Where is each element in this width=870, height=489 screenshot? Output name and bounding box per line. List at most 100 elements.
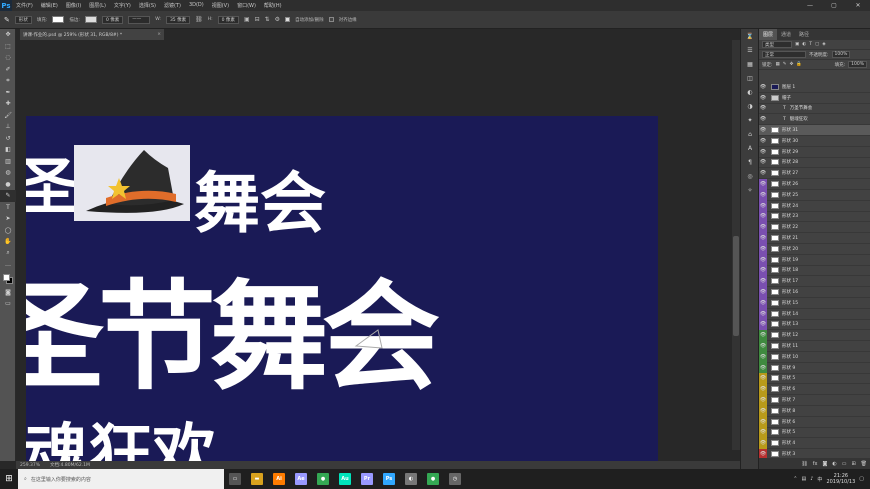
- eraser-tool-icon[interactable]: ◧: [0, 144, 16, 156]
- app-clock-icon[interactable]: ◷: [444, 469, 466, 489]
- layer-style-icon[interactable]: fx: [813, 461, 818, 467]
- move-tool-icon[interactable]: ✥: [0, 29, 16, 41]
- visibility-eye-icon[interactable]: 👁: [759, 135, 767, 146]
- layer-row[interactable]: 👁 形状 11: [759, 340, 870, 352]
- channels-icon[interactable]: ◎: [741, 169, 759, 183]
- panel-tab[interactable]: 通道: [777, 29, 795, 40]
- properties-icon[interactable]: ☰: [741, 43, 759, 57]
- visibility-eye-icon[interactable]: 👁: [759, 394, 767, 406]
- visibility-eye-icon[interactable]: 👁: [759, 416, 767, 427]
- chrome-2-icon[interactable]: ●: [422, 469, 444, 489]
- lock-pixels-icon[interactable]: ▦: [776, 62, 780, 67]
- marquee-tool-icon[interactable]: ⬚: [0, 41, 16, 53]
- app-circle-icon[interactable]: ◐: [400, 469, 422, 489]
- layer-row[interactable]: 👁 形状 20: [759, 243, 870, 255]
- paragraph-icon[interactable]: ¶: [741, 155, 759, 169]
- shape-tool-icon[interactable]: ◯: [0, 225, 16, 237]
- pen-tool-icon[interactable]: ✎: [0, 190, 16, 202]
- close-icon[interactable]: ×: [157, 32, 164, 37]
- visibility-eye-icon[interactable]: 👁: [759, 146, 767, 157]
- menu-item[interactable]: 编辑(E): [37, 2, 62, 9]
- visibility-eye-icon[interactable]: 👁: [759, 168, 767, 179]
- menu-item[interactable]: 帮助(H): [260, 2, 286, 9]
- link-icon[interactable]: ⛓: [195, 16, 203, 23]
- width-field[interactable]: 35 像素: [165, 15, 191, 24]
- menu-item[interactable]: 视图(V): [208, 2, 233, 9]
- filter-adjust-icon[interactable]: ◐: [802, 42, 806, 47]
- swatches-icon[interactable]: ▦: [741, 57, 759, 71]
- file-explorer-icon[interactable]: ▬: [246, 469, 268, 489]
- maximize-button[interactable]: ▢: [822, 0, 846, 11]
- stroke-swatch[interactable]: [84, 16, 97, 23]
- visibility-eye-icon[interactable]: 👁: [759, 178, 767, 190]
- visibility-eye-icon[interactable]: 👁: [759, 200, 767, 212]
- blend-mode-select[interactable]: 正常: [762, 51, 806, 58]
- volume-icon[interactable]: ♪: [810, 476, 813, 482]
- layer-row[interactable]: 👁 形状 21: [759, 232, 870, 244]
- layer-row[interactable]: 👁 形状 22: [759, 221, 870, 234]
- layer-row[interactable]: 👁 形状 29: [759, 147, 870, 158]
- layer-row[interactable]: 👁 形状 31: [759, 125, 870, 136]
- fill-field[interactable]: 100%: [848, 61, 867, 68]
- fill-swatch[interactable]: [52, 16, 65, 23]
- zoom-tool-icon[interactable]: ⌕: [0, 248, 16, 260]
- more-tools-icon[interactable]: …: [0, 259, 16, 271]
- color-icon[interactable]: ◐: [741, 85, 759, 99]
- path-arrange-icon[interactable]: ⇅: [265, 16, 270, 23]
- tray-up-icon[interactable]: ⌃: [793, 476, 797, 482]
- close-button[interactable]: ✕: [846, 0, 870, 11]
- visibility-eye-icon[interactable]: 👁: [759, 319, 767, 330]
- layer-row[interactable]: 👁 形状 28: [759, 158, 870, 169]
- visibility-eye-icon[interactable]: 👁: [759, 286, 767, 298]
- dodge-tool-icon[interactable]: ●: [0, 179, 16, 191]
- stamp-tool-icon[interactable]: ⊥: [0, 121, 16, 133]
- zoom-level[interactable]: 259.37%: [20, 463, 40, 468]
- menu-item[interactable]: 文件(F): [12, 2, 37, 9]
- history-icon[interactable]: ⌛: [741, 29, 759, 43]
- new-layer-icon[interactable]: ⊞: [851, 461, 855, 467]
- menu-item[interactable]: 3D(D): [185, 2, 208, 9]
- height-field[interactable]: 0 像素: [217, 15, 239, 24]
- visibility-eye-icon[interactable]: 👁: [759, 82, 767, 92]
- visibility-eye-icon[interactable]: 👁: [759, 275, 767, 287]
- layer-row[interactable]: 👁 形状 6: [759, 383, 870, 396]
- path-align-icon[interactable]: ⊟: [255, 16, 260, 23]
- trash-icon[interactable]: 🗑: [861, 461, 867, 467]
- layer-row[interactable]: 👁 形状 5: [759, 427, 870, 439]
- layer-row[interactable]: 👁 形状 16: [759, 286, 870, 298]
- visibility-eye-icon[interactable]: 👁: [759, 189, 767, 201]
- stroke-width-select[interactable]: 0 像素: [101, 15, 124, 24]
- layer-row[interactable]: 👁 形状 4: [759, 437, 870, 450]
- lock-move-icon[interactable]: ✥: [790, 62, 794, 67]
- premiere-icon[interactable]: Pr: [356, 469, 378, 489]
- visibility-eye-icon[interactable]: 👁: [759, 383, 767, 395]
- document-info[interactable]: 文档:4.80M/62.1M: [50, 462, 90, 468]
- visibility-eye-icon[interactable]: 👁: [759, 265, 767, 276]
- language-indicator[interactable]: 中: [817, 476, 822, 483]
- visibility-eye-icon[interactable]: 👁: [759, 221, 767, 233]
- layer-row[interactable]: 👁 形状 30: [759, 136, 870, 147]
- layer-row[interactable]: 👁 形状 25: [759, 189, 870, 201]
- blur-tool-icon[interactable]: ◍: [0, 167, 16, 179]
- audition-icon[interactable]: Au: [334, 469, 356, 489]
- visibility-eye-icon[interactable]: 👁: [759, 427, 767, 438]
- foreground-color[interactable]: [3, 273, 10, 281]
- layer-row[interactable]: 👁 形状 18: [759, 265, 870, 277]
- add-mask-icon[interactable]: ◙: [822, 461, 827, 467]
- layer-row[interactable]: 👁 形状 7: [759, 394, 870, 406]
- visibility-eye-icon[interactable]: 👁: [759, 297, 767, 309]
- link-layers-icon[interactable]: ⛓: [801, 461, 807, 467]
- crop-tool-icon[interactable]: ⌗: [0, 75, 16, 87]
- brush-tool-icon[interactable]: 🖌: [0, 110, 16, 122]
- visibility-eye-icon[interactable]: 👁: [759, 351, 767, 363]
- illustrator-icon[interactable]: Ai: [268, 469, 290, 489]
- gear-icon[interactable]: ⚙: [275, 16, 280, 23]
- visibility-eye-icon[interactable]: 👁: [759, 448, 767, 458]
- menu-item[interactable]: 图层(L): [85, 2, 110, 9]
- layer-row[interactable]: 👁 形状 9: [759, 362, 870, 374]
- document-tab[interactable]: 讲课·作业的.psd @ 259% (形状 31, RGB/8#) * ×: [20, 29, 164, 40]
- layer-filter-select[interactable]: 类型: [762, 41, 792, 48]
- filter-shape-icon[interactable]: ▢: [815, 42, 819, 47]
- visibility-eye-icon[interactable]: 👁: [759, 125, 767, 136]
- lasso-tool-icon[interactable]: ◌: [0, 52, 16, 64]
